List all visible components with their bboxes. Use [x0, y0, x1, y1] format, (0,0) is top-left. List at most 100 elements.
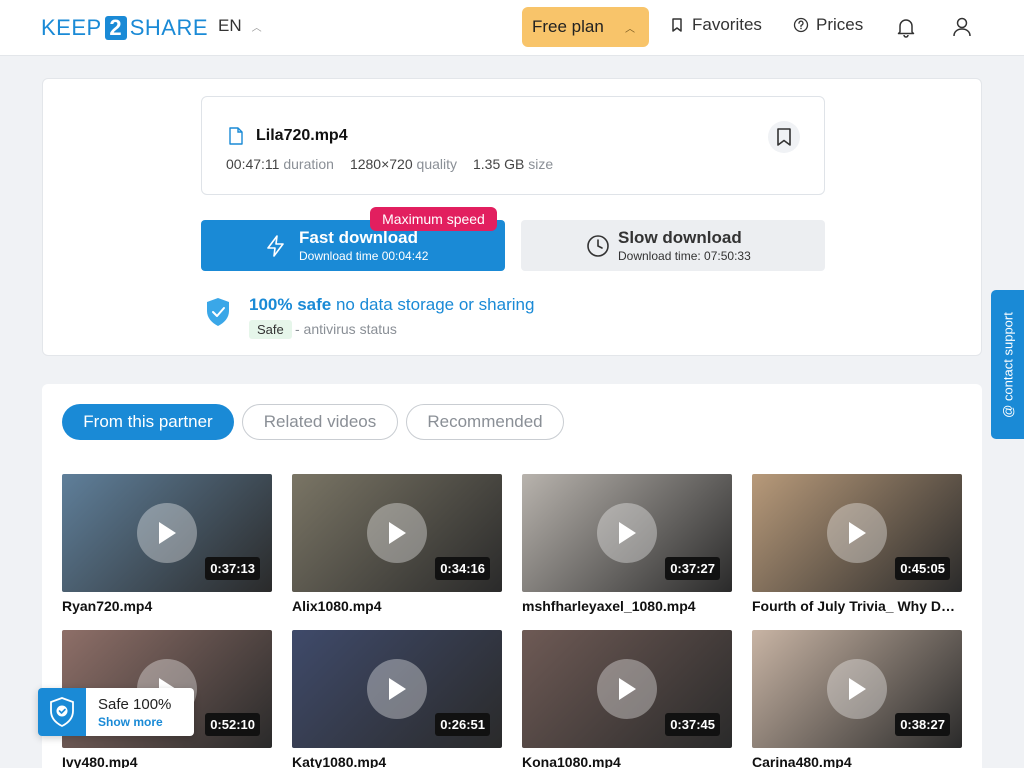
plan-label: Free plan	[532, 17, 604, 36]
video-title[interactable]: Carina480.mp4	[752, 754, 962, 768]
file-icon	[229, 127, 243, 145]
safe-widget[interactable]: Safe 100% Show more	[38, 688, 194, 736]
favorites-label: Favorites	[692, 15, 762, 34]
logo-text-share: SHARE	[129, 15, 208, 40]
top-header: KEEP 2 SHARE EN ︿ Free plan ︿ Favorites Pr…	[0, 0, 1024, 56]
size-value: 1.35 GB	[473, 156, 525, 172]
play-icon[interactable]	[597, 503, 657, 563]
file-title: Lila720.mp4	[228, 127, 348, 145]
safety-headline: 100% safe no data storage or sharing	[249, 295, 534, 315]
logo[interactable]: KEEP 2 SHARE	[41, 15, 208, 41]
plan-dropdown[interactable]: Free plan ︿	[522, 7, 649, 47]
tab-from-this-partner[interactable]: From this partner	[62, 404, 234, 440]
quality-unit: quality	[416, 156, 457, 172]
prices-label: Prices	[816, 15, 864, 34]
video-title[interactable]: Ryan720.mp4	[62, 598, 272, 614]
file-meta: 00:47:11 duration 1280×720 quality 1.35 …	[226, 156, 553, 172]
help-circle-icon	[793, 17, 809, 33]
account-button[interactable]	[949, 14, 975, 40]
tab-recommended[interactable]: Recommended	[406, 404, 564, 440]
show-more-link[interactable]: Show more	[98, 715, 163, 729]
video-thumbnail[interactable]: 0:45:05	[752, 474, 962, 592]
safe-pill: Safe	[249, 320, 292, 339]
quality-value: 1280×720	[349, 156, 413, 172]
video-title[interactable]: Kona1080.mp4	[522, 754, 732, 768]
size-unit: size	[528, 156, 554, 172]
duration-unit: duration	[283, 156, 334, 172]
play-icon[interactable]	[827, 659, 887, 719]
video-duration: 0:37:27	[665, 557, 720, 580]
shield-check-icon	[50, 697, 74, 727]
video-duration: 0:26:51	[435, 713, 490, 736]
bookmark-button[interactable]	[768, 121, 800, 153]
video-thumbnail[interactable]: 0:37:45	[522, 630, 732, 748]
video-thumbnail[interactable]: 0:37:13	[62, 474, 272, 592]
video-title[interactable]: mshfharleyaxel_1080.mp4	[522, 598, 732, 614]
fast-download-time: Download time 00:04:42	[299, 249, 429, 263]
safety-info: 100% safe no data storage or sharing Saf…	[201, 293, 701, 343]
favorites-link[interactable]: Favorites	[669, 15, 762, 35]
prices-link[interactable]: Prices	[793, 15, 863, 35]
logo-number: 2	[104, 16, 127, 40]
video-duration: 0:37:45	[665, 713, 720, 736]
quality-meta: 1280×720 quality	[350, 156, 457, 172]
video-title[interactable]: Alix1080.mp4	[292, 598, 502, 614]
video-title[interactable]: Ivy480.mp4	[62, 754, 272, 768]
size-meta: 1.35 GB size	[473, 156, 553, 172]
duration-value: 00:47:11	[226, 156, 280, 172]
shield-check-icon	[207, 298, 229, 326]
safety-rest: no data storage or sharing	[331, 295, 535, 314]
lightning-icon	[267, 235, 284, 257]
bell-icon	[897, 19, 915, 38]
video-duration: 0:37:13	[205, 557, 260, 580]
video-title[interactable]: Fourth of July Trivia_ Why Do Y...	[752, 598, 962, 614]
video-duration: 0:45:05	[895, 557, 950, 580]
contact-support-tab[interactable]: @ contact support	[991, 290, 1024, 439]
clock-icon	[587, 235, 609, 257]
play-triangle	[389, 678, 406, 700]
user-icon	[953, 17, 971, 37]
safety-bold: 100% safe	[249, 295, 332, 314]
video-duration: 0:34:16	[435, 557, 490, 580]
video-thumbnail[interactable]: 0:34:16	[292, 474, 502, 592]
safe-widget-icon-box	[38, 688, 86, 736]
video-thumbnail[interactable]: 0:37:27	[522, 474, 732, 592]
video-title[interactable]: Katy1080.mp4	[292, 754, 502, 768]
video-thumbnail[interactable]: 0:38:27	[752, 630, 962, 748]
video-thumbnail[interactable]: 0:26:51	[292, 630, 502, 748]
slow-download-title: Slow download	[618, 228, 742, 247]
bookmark-icon	[672, 18, 682, 32]
play-triangle	[849, 522, 866, 544]
play-triangle	[159, 522, 176, 544]
video-duration: 0:38:27	[895, 713, 950, 736]
play-icon[interactable]	[137, 503, 197, 563]
chevron-up-icon: ︿	[625, 23, 635, 35]
tab-related-videos[interactable]: Related videos	[242, 404, 398, 440]
play-triangle	[619, 522, 636, 544]
play-triangle	[619, 678, 636, 700]
fast-download-title: Fast download	[299, 228, 418, 247]
file-card: Lila720.mp4 00:47:11 duration 1280×720 q…	[42, 78, 982, 356]
duration-meta: 00:47:11 duration	[226, 156, 334, 172]
logo-text-keep: KEEP	[41, 15, 102, 40]
play-icon[interactable]	[367, 659, 427, 719]
antivirus-status: - antivirus status	[295, 321, 397, 337]
play-triangle	[849, 678, 866, 700]
video-duration: 0:52:10	[205, 713, 260, 736]
safe-widget-title: Safe 100%	[98, 696, 172, 713]
play-triangle	[389, 522, 406, 544]
file-info-box: Lila720.mp4 00:47:11 duration 1280×720 q…	[201, 96, 825, 195]
maximum-speed-badge: Maximum speed	[370, 207, 497, 231]
contact-support-label: @ contact support	[1000, 311, 1015, 418]
language-selector[interactable]: EN ︿	[218, 16, 262, 36]
play-icon[interactable]	[827, 503, 887, 563]
file-name: Lila720.mp4	[256, 127, 348, 144]
play-icon[interactable]	[597, 659, 657, 719]
bookmark-icon	[777, 128, 791, 146]
play-icon[interactable]	[367, 503, 427, 563]
slow-download-button[interactable]: Slow download Download time: 07:50:33	[521, 220, 825, 271]
language-label: EN	[218, 16, 242, 35]
chevron-up-icon: ︿	[251, 22, 262, 34]
notifications-button[interactable]	[893, 14, 919, 40]
slow-download-time: Download time: 07:50:33	[618, 249, 751, 263]
